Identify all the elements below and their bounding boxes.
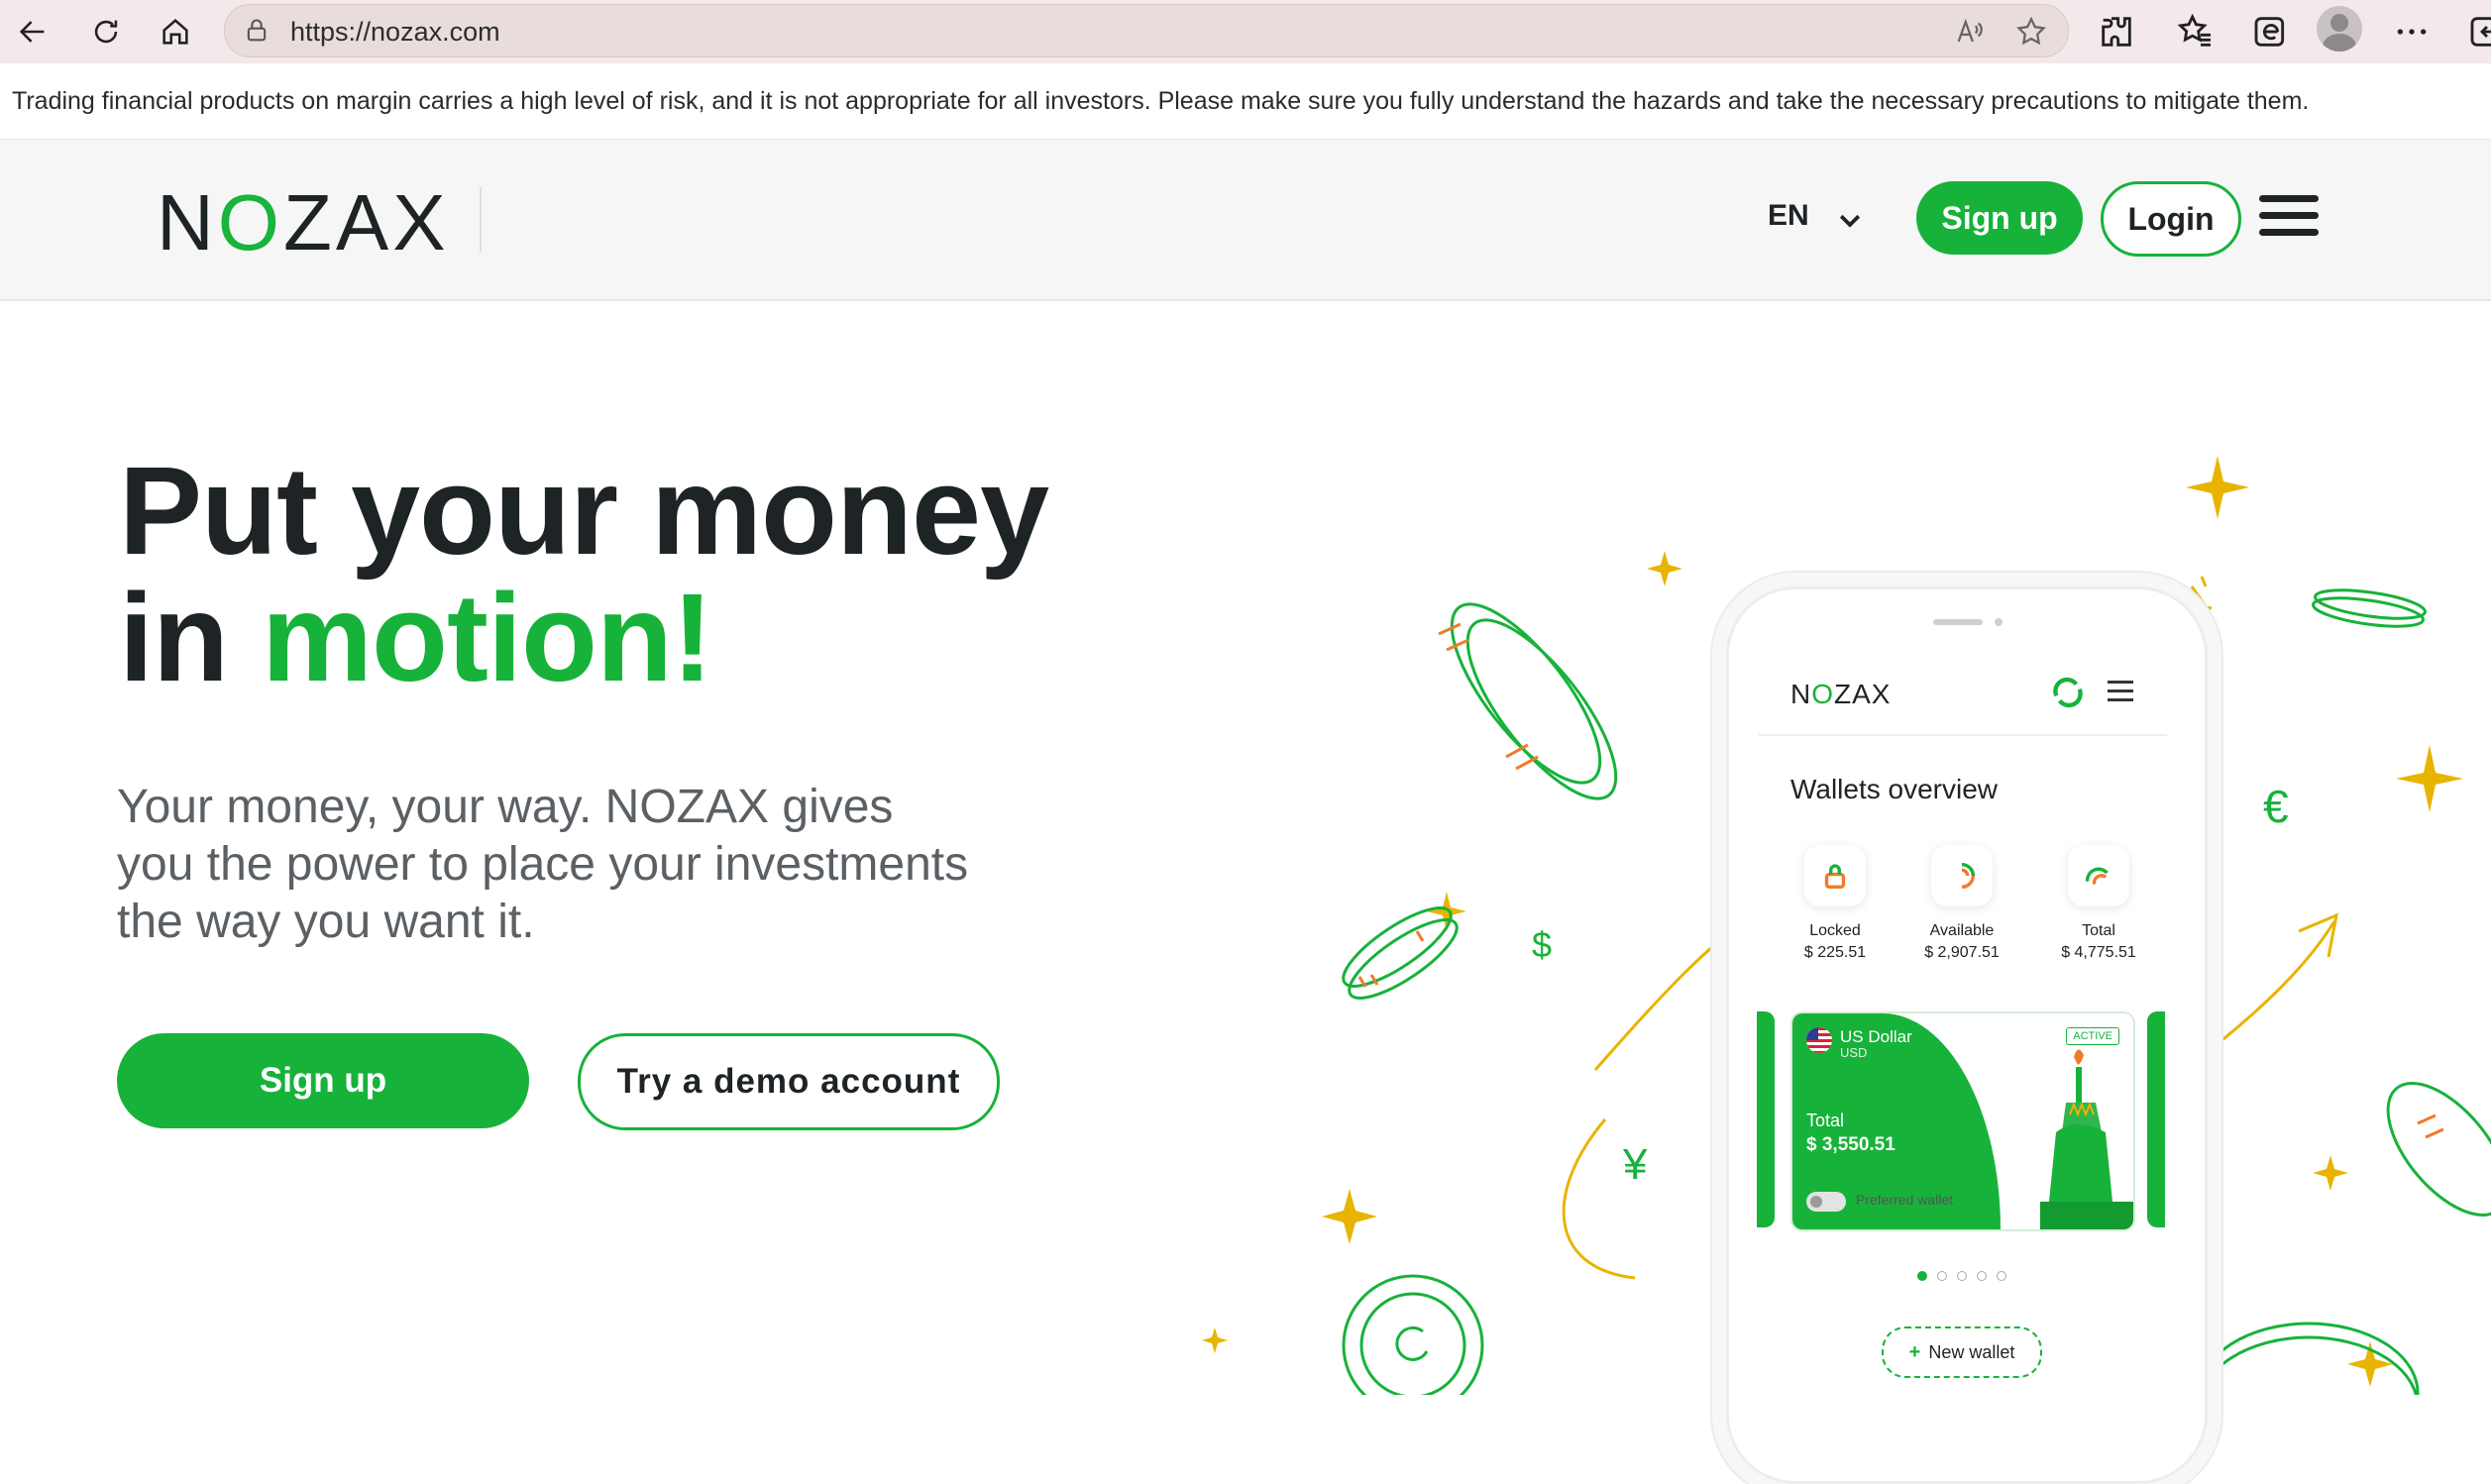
header-login-button[interactable]: Login [2101,181,2241,257]
refresh-icon[interactable] [81,8,131,55]
svg-text:$: $ [1532,924,1552,965]
read-aloud-icon[interactable] [1953,15,1987,49]
favorites-icon[interactable] [2176,12,2216,52]
wallets-overview-title: Wallets overview [1790,774,1999,804]
carousel-dot[interactable] [1997,1271,2006,1281]
carousel-dot[interactable] [1917,1271,1927,1281]
prev-wallet-card[interactable] [1757,1011,1775,1227]
carousel-pagination [1917,1271,2036,1285]
phone-mockup: NOZAX Wallets overview Locked $ 225.51 A… [1726,586,2208,1484]
more-icon[interactable] [2392,12,2432,52]
total-ring-icon [2068,845,2129,906]
header-signup-button[interactable]: Sign up [1916,181,2083,255]
wallet-currency-code: USD [1840,1045,1868,1060]
next-wallet-card[interactable] [2147,1011,2165,1227]
risk-warning-text: Trading financial products on margin car… [12,87,2310,115]
demo-account-button[interactable]: Try a demo account [578,1033,1000,1130]
hero-subtitle: Your money, your way. NOZAX gives you th… [117,781,969,948]
back-arrow-icon[interactable] [8,8,57,55]
chevron-down-icon[interactable] [1835,205,1865,235]
stat-locked: Locked $ 225.51 [1771,845,1899,962]
extensions-icon[interactable] [2097,12,2136,52]
stat-total: Total $ 4,775.51 [2034,845,2163,962]
hero-signup-button[interactable]: Sign up [117,1033,529,1128]
url-text[interactable]: https://nozax.com [290,17,500,48]
address-bar[interactable]: https://nozax.com [224,4,2069,57]
wallet-total-value: $ 3,550.51 [1806,1134,1895,1155]
plus-icon: + [1908,1340,1921,1363]
carousel-dot[interactable] [1937,1271,1947,1281]
hero-title: Put your money in motion! [119,441,1049,707]
hero-title-accent: motion! [261,568,713,707]
carousel-dot[interactable] [1957,1271,1967,1281]
browser-toolbar: https://nozax.com [0,0,2491,64]
lock-icon [1804,845,1866,906]
phone-menu-icon[interactable] [2108,681,2133,702]
sync-icon[interactable] [2048,673,2088,712]
favorite-star-icon[interactable] [2014,15,2048,49]
statue-of-liberty-illustration [2040,1049,2133,1229]
wallet-total-label: Total [1806,1111,1845,1130]
svg-text:€: € [2263,781,2289,832]
preferred-wallet-toggle[interactable] [1806,1192,1846,1212]
phone-camera [1995,618,2003,626]
carousel-dot[interactable] [1977,1271,1987,1281]
lock-icon[interactable] [243,17,271,45]
menu-icon[interactable] [2259,195,2319,241]
stat-available: Available $ 2,907.51 [1897,845,2026,962]
home-icon[interactable] [151,8,200,55]
new-wallet-button[interactable]: + New wallet [1882,1326,2042,1378]
phone-header-divider [1759,734,2167,736]
risk-warning-banner: Trading financial products on margin car… [0,63,2491,141]
nozax-logo[interactable]: NOZAX [157,177,450,268]
language-selector[interactable]: EN [1768,199,1809,233]
phone-logo: NOZAX [1790,679,1892,709]
sidebar-toggle-icon[interactable] [2467,12,2491,52]
edge-collections-icon[interactable] [2251,12,2291,52]
phone-notch [1933,619,1983,625]
svg-text:¥: ¥ [1622,1140,1648,1189]
wallet-currency: US Dollar [1840,1027,1912,1046]
profile-icon[interactable] [2317,6,2362,52]
available-ring-icon [1931,845,1993,906]
us-flag-icon [1806,1027,1832,1053]
wallet-card-usd[interactable]: US Dollar USD ACTIVE Total $ 3,550.51 Pr… [1790,1011,2135,1231]
site-header: NOZAX EN Sign up Login [0,140,2491,301]
logo-divider [480,187,482,253]
preferred-wallet-label: Preferred wallet [1856,1192,1954,1208]
